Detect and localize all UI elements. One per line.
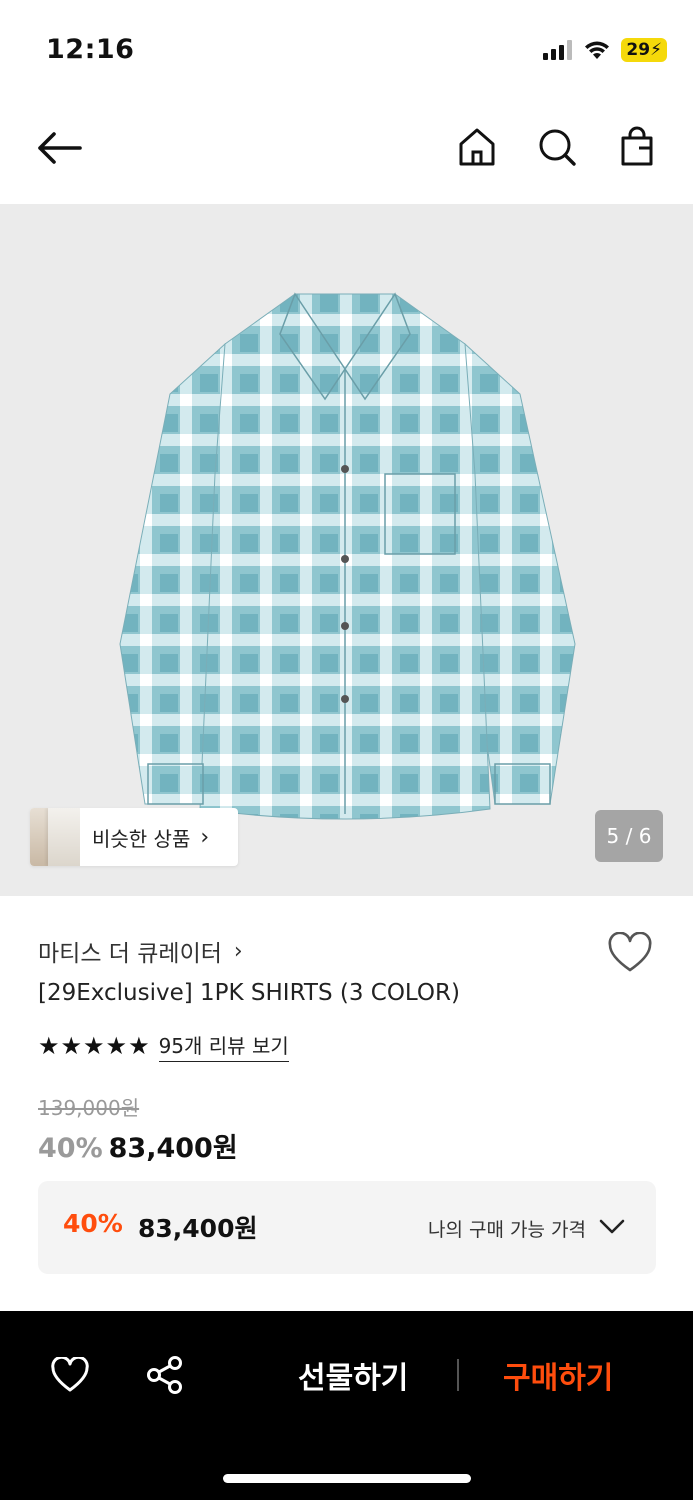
status-icons: 29 ⚡ (543, 38, 667, 62)
brand-link[interactable]: 마티스 더 큐레이터 › (38, 934, 243, 968)
nav-actions (457, 126, 657, 168)
back-arrow-icon[interactable] (36, 128, 84, 168)
product-image-gallery[interactable]: 비슷한 상품 › 5 / 6 (0, 204, 693, 896)
my-discount-rate: 40% (63, 1209, 123, 1238)
discount-rate: 40% (38, 1133, 103, 1164)
my-price-dropdown[interactable]: 40% 83,400원 나의 구매 가능 가격 (38, 1181, 656, 1274)
image-counter: 5 / 6 (595, 810, 663, 862)
sale-price: 83,400원 (108, 1133, 238, 1164)
rating-row: ★ ★ ★ ★ ★ 95개 리뷰 보기 (38, 1030, 289, 1062)
chevron-right-icon: › (233, 938, 243, 964)
heart-icon[interactable] (607, 932, 653, 974)
gift-button[interactable]: 선물하기 (298, 1353, 408, 1397)
home-indicator (223, 1474, 471, 1483)
star-icon: ★ (38, 1032, 59, 1060)
price-row: 40% 83,400원 (38, 1126, 238, 1165)
wifi-icon (585, 41, 610, 59)
share-icon[interactable] (145, 1355, 185, 1395)
search-icon[interactable] (537, 126, 577, 168)
product-image (119, 292, 576, 820)
signal-icon (543, 40, 573, 60)
chevron-down-icon (599, 1219, 625, 1234)
similar-products-label: 비슷한 상품 (92, 826, 191, 851)
my-price: 83,400원 (138, 1214, 258, 1243)
brand-name: 마티스 더 큐레이터 (38, 941, 222, 967)
reviews-link[interactable]: 95개 리뷰 보기 (158, 1030, 289, 1062)
battery-level: 29 (626, 40, 651, 60)
star-icon: ★ (128, 1032, 149, 1060)
similar-products-button[interactable]: 비슷한 상품 › (30, 808, 238, 866)
buy-button[interactable]: 구매하기 (503, 1353, 613, 1397)
rating-stars: ★ ★ ★ ★ ★ (38, 1032, 150, 1060)
battery-charging-icon: 29 ⚡ (621, 38, 667, 62)
original-price: 139,000원 (38, 1096, 140, 1120)
star-icon: ★ (105, 1032, 127, 1060)
product-name: [29Exclusive] 1PK SHIRTS (3 COLOR) (38, 980, 460, 1006)
divider (457, 1359, 459, 1391)
home-icon[interactable] (457, 126, 497, 168)
shopping-bag-icon[interactable] (617, 126, 657, 168)
chevron-right-icon: › (200, 824, 210, 850)
heart-icon[interactable] (50, 1357, 90, 1393)
star-icon: ★ (60, 1032, 82, 1060)
star-icon: ★ (83, 1032, 104, 1060)
top-nav (0, 100, 693, 204)
similar-thumbnail (30, 808, 80, 866)
status-time: 12:16 (46, 34, 135, 65)
status-bar: 12:16 29 ⚡ (0, 0, 693, 100)
my-price-label: 나의 구매 가능 가격 (428, 1219, 586, 1241)
bottom-action-bar: 선물하기 구매하기 (0, 1311, 693, 1500)
